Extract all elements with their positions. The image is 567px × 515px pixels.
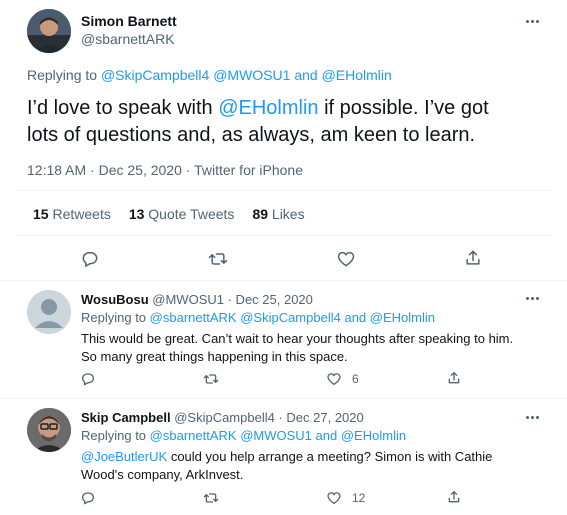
tweet-text-line: lots of questions and, as always, am kee…: [27, 124, 476, 146]
replying-to-label: Replying to: [81, 310, 147, 325]
reply-date[interactable]: · Dec 25, 2020: [228, 292, 313, 307]
share-icon: [448, 491, 460, 503]
reply-text-line: So many great things happening in this s…: [81, 349, 348, 364]
divider: [15, 190, 552, 191]
retweet-button[interactable]: [207, 249, 229, 269]
author-handle[interactable]: @sbarnettARK: [81, 31, 175, 47]
replying-to-label: Replying to: [81, 428, 147, 443]
like-button[interactable]: 12: [326, 490, 365, 506]
avatar[interactable]: [27, 408, 71, 452]
retweets-label: Retweets: [52, 206, 111, 222]
retweet-icon: [203, 374, 219, 384]
author-name[interactable]: Skip Campbell: [81, 410, 171, 425]
like-count: 12: [352, 491, 366, 505]
author-name[interactable]: WosuBosu: [81, 292, 149, 307]
timestamp[interactable]: 12:18 AM · Dec 25, 2020 · Twitter for iP…: [27, 162, 303, 178]
reply-text-line: Wood's company, ArkInvest.: [81, 467, 244, 482]
mention-link[interactable]: @JoeButlerUK: [81, 449, 167, 464]
like-icon: [337, 251, 355, 267]
mention-link[interactable]: @SkipCampbell4: [240, 310, 341, 325]
and-connector: and: [294, 67, 318, 83]
reply-button[interactable]: [80, 371, 96, 387]
replying-to: Replying to @sbarnettARK @SkipCampbell4 …: [81, 310, 435, 325]
likes-count: 89: [252, 206, 269, 222]
like-button[interactable]: 6: [326, 371, 359, 387]
mention-link[interactable]: @SkipCampbell4: [101, 67, 209, 83]
share-button[interactable]: [446, 489, 462, 505]
reply-text: This would be great. Can’t wait to hear …: [81, 330, 513, 366]
mention-link[interactable]: @EHolmlin: [322, 67, 392, 83]
reply-text-line: This would be great. Can’t wait to hear …: [81, 331, 514, 346]
like-button[interactable]: [336, 249, 356, 269]
mention-link[interactable]: @EHolmlin: [370, 310, 435, 325]
quotes-count: 13: [128, 206, 145, 222]
retweet-button[interactable]: [202, 371, 220, 387]
share-button[interactable]: [463, 248, 483, 268]
author-name[interactable]: Simon Barnett: [81, 13, 177, 29]
like-icon: [327, 492, 341, 504]
divider: [0, 280, 567, 281]
reply-date[interactable]: · Dec 27, 2020: [278, 410, 363, 425]
more-icon[interactable]: [521, 14, 543, 28]
divider: [0, 398, 567, 399]
retweet-icon: [208, 253, 228, 265]
reply-icon: [81, 373, 94, 386]
quotes-stat[interactable]: 13 Quote Tweets: [129, 206, 235, 222]
replying-to: Replying to @sbarnettARK @MWOSU1 and @EH…: [81, 428, 406, 443]
replying-to-label: Replying to: [27, 67, 98, 83]
mention-link[interactable]: @sbarnettARK: [150, 310, 237, 325]
share-button[interactable]: [446, 370, 462, 386]
likes-label: Likes: [271, 206, 305, 222]
quotes-label: Quote Tweets: [148, 206, 235, 222]
likes-stat[interactable]: 89 Likes: [252, 206, 304, 222]
retweets-count: 15: [33, 206, 49, 222]
tweet-text-part: I’d love to speak with: [27, 97, 213, 119]
mention-link[interactable]: @EHolmlin: [218, 97, 318, 119]
reply-icon: [82, 252, 98, 267]
reply-button[interactable]: [80, 249, 100, 269]
retweets-stat[interactable]: 15 Retweets: [33, 206, 111, 222]
tweet-stats: 15 Retweets 13 Quote Tweets 89 Likes: [33, 206, 305, 222]
share-icon: [466, 250, 480, 265]
share-icon: [448, 372, 460, 384]
avatar[interactable]: [27, 290, 71, 334]
tweet-text-part: if possible. I’ve got: [324, 97, 489, 119]
reply-header: WosuBosu @MWOSU1 · Dec 25, 2020: [81, 292, 313, 307]
and-connector: and: [315, 428, 338, 443]
and-connector: and: [344, 310, 367, 325]
replying-to: Replying to @SkipCampbell4 @MWOSU1 and @…: [27, 67, 392, 83]
reply-icon: [81, 492, 94, 505]
reply-text-part: could you help arrange a meeting? Simon …: [170, 449, 493, 464]
retweet-icon: [203, 493, 219, 503]
mention-link[interactable]: @EHolmlin: [341, 428, 406, 443]
like-count: 6: [352, 372, 359, 386]
avatar[interactable]: [27, 9, 71, 53]
mention-link[interactable]: @sbarnettARK: [150, 428, 237, 443]
like-icon: [327, 373, 341, 385]
author-handle[interactable]: @SkipCampbell4: [174, 410, 275, 425]
retweet-button[interactable]: [202, 490, 220, 506]
more-icon[interactable]: [521, 410, 543, 424]
more-icon[interactable]: [521, 291, 543, 305]
reply-button[interactable]: [80, 490, 96, 506]
mention-link[interactable]: @MWOSU1: [240, 428, 312, 443]
mention-link[interactable]: @MWOSU1: [213, 67, 290, 83]
divider: [15, 235, 552, 236]
reply-text: @JoeButlerUK could you help arrange a me…: [81, 448, 492, 484]
reply-header: Skip Campbell @SkipCampbell4 · Dec 27, 2…: [81, 410, 364, 425]
tweet-text: I’d love to speak with @EHolmlin if poss…: [27, 95, 557, 149]
author-handle[interactable]: @MWOSU1: [152, 292, 224, 307]
